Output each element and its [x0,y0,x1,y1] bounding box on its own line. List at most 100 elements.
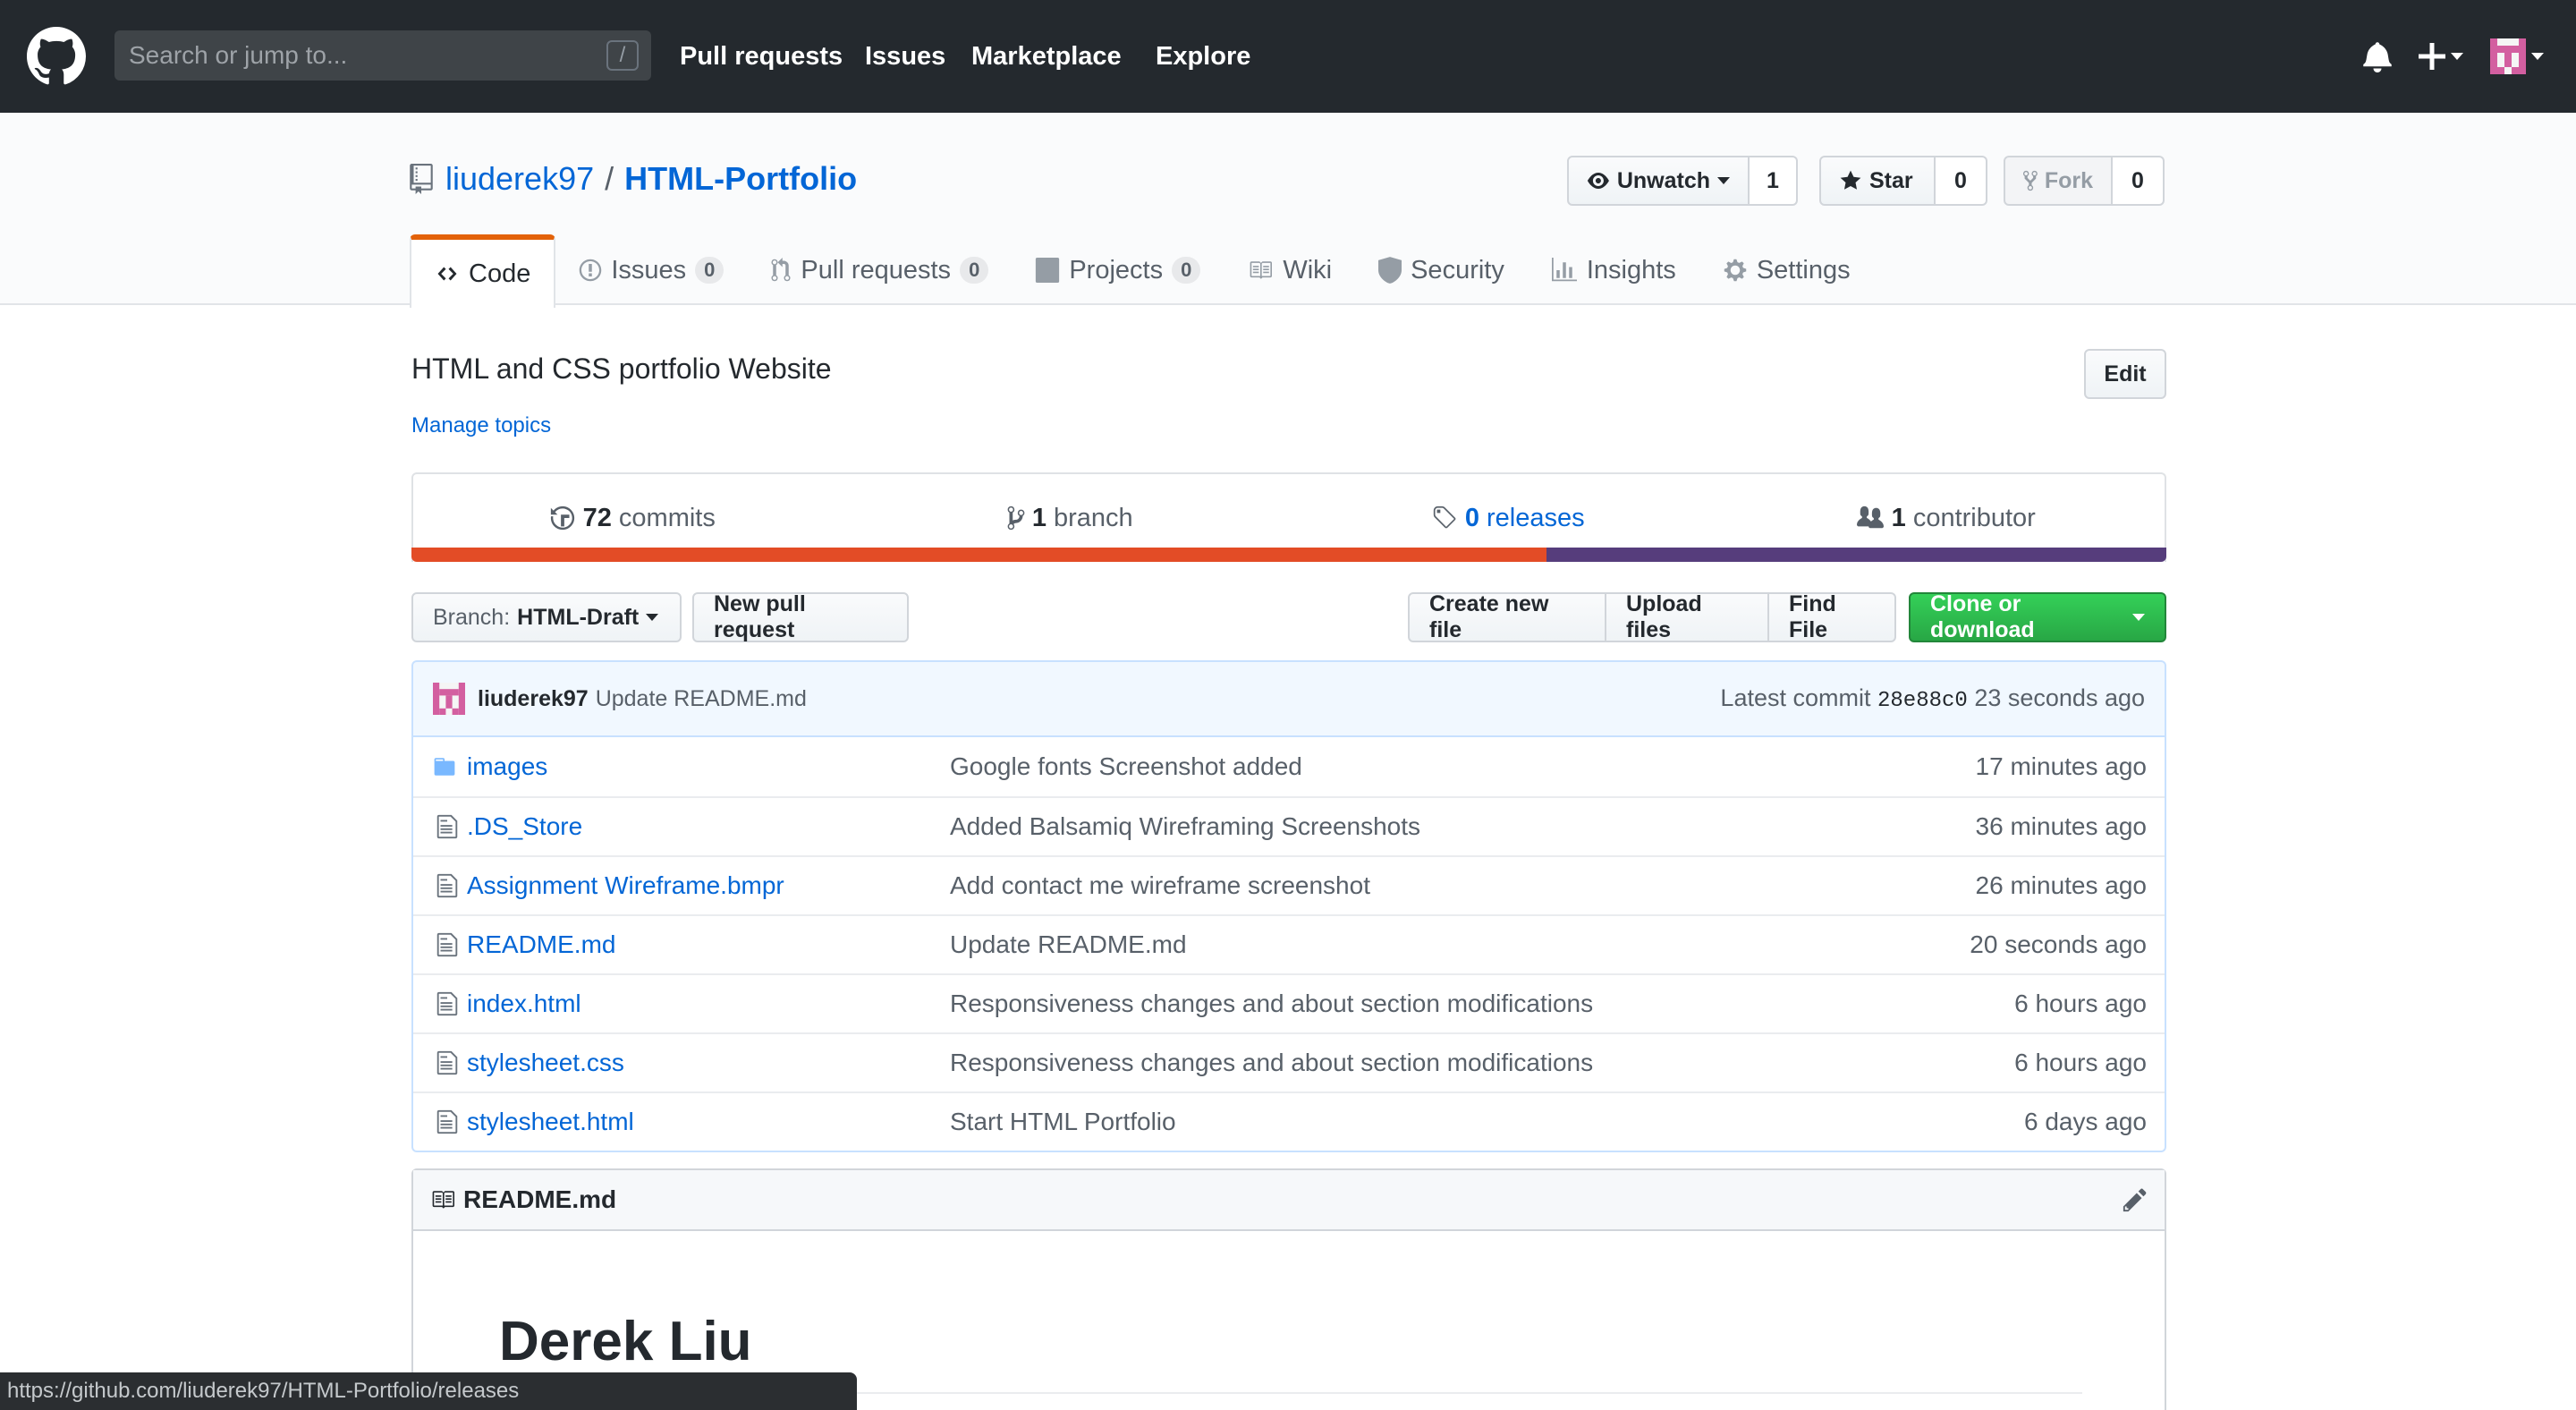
file-icon [413,1108,467,1135]
file-commit-age: 6 days ago [2024,1108,2147,1135]
file-row: index.html Responsiveness changes and abo… [413,973,2165,1032]
watch-count[interactable]: 1 [1750,156,1798,206]
tab-insights-label: Insights [1586,255,1676,285]
star-label: Star [1869,167,1913,193]
file-name-link[interactable]: Assignment Wireframe.bmpr [467,871,950,900]
branch-select-menu[interactable]: Branch: HTML-Draft [411,592,682,642]
chevron-down-icon [2132,614,2145,621]
book-icon [432,1191,454,1209]
unwatch-button[interactable]: Unwatch [1567,156,1750,206]
commit-sha-link[interactable]: 28e88c0 [1877,689,1968,713]
repo-owner-link[interactable]: liuderek97 [445,160,594,198]
repo-name-link[interactable]: HTML-Portfolio [624,160,857,198]
tab-security[interactable]: Security [1355,234,1528,306]
edit-description-button[interactable]: Edit [2084,349,2166,399]
star-group: Star 0 [1819,156,1987,206]
fork-group: Fork 0 [2004,156,2165,206]
tab-insights[interactable]: Insights [1528,234,1699,306]
language-segment-html[interactable] [411,548,1547,562]
latest-commit-info: Latest commit 28e88c0 23 seconds ago [1720,684,2145,713]
file-name-link[interactable]: stylesheet.css [467,1049,950,1077]
file-row: stylesheet.html Start HTML Portfolio 6 day… [413,1091,2165,1151]
fork-label: Fork [2044,167,2093,193]
file-name-link[interactable]: stylesheet.html [467,1108,950,1136]
commit-author-link[interactable]: liuderek97 [478,686,589,712]
file-commit-age: 20 seconds ago [1970,930,2147,958]
file-commit-message-link[interactable]: Update README.md [950,930,1896,959]
history-icon [550,505,574,531]
tab-code[interactable]: Code [410,234,556,308]
avatar[interactable] [433,683,465,715]
contributor-count: 1 [1891,503,1906,532]
contributor-label: contributor [1912,503,2036,532]
releases-label: releases [1487,503,1585,532]
tag-icon [1433,505,1456,529]
tab-settings[interactable]: Settings [1699,234,1874,306]
avatar [2490,38,2526,74]
search-box[interactable]: / [114,30,651,81]
file-commit-message-link[interactable]: Added Balsamiq Wireframing Screenshots [950,812,1896,841]
nav-explore[interactable]: Explore [1156,0,1250,113]
watch-group: Unwatch 1 [1567,156,1798,206]
tab-issues[interactable]: Issues 0 [555,234,747,306]
file-row: .DS_Store Added Balsamiq Wireframing Scre… [413,796,2165,855]
nav-marketplace[interactable]: Marketplace [971,0,1122,113]
tab-security-label: Security [1411,255,1504,285]
nav-pull-requests[interactable]: Pull requests [680,0,843,113]
repo-title-separator: / [605,160,614,197]
issues-counter: 0 [695,257,724,284]
tab-issues-label: Issues [611,255,687,285]
git-pull-request-icon [770,258,792,283]
star-button[interactable]: Star [1819,156,1936,206]
file-commit-age: 26 minutes ago [1975,871,2147,899]
language-bar[interactable] [411,548,2166,562]
github-logo-icon[interactable] [27,27,86,86]
repo-description: HTML and CSS portfolio Website [411,352,832,385]
upload-files-button[interactable]: Upload files [1605,591,1769,642]
tab-projects-label: Projects [1069,255,1164,285]
new-pull-request-button[interactable]: New pull request [692,591,909,642]
latest-commit-prefix: Latest commit [1720,684,1871,711]
gear-icon [1723,258,1748,283]
manage-topics-link[interactable]: Manage topics [411,413,551,438]
chevron-down-icon [2451,53,2463,60]
tab-pull-requests[interactable]: Pull requests 0 [747,234,1012,306]
tab-pull-requests-label: Pull requests [801,255,952,285]
create-new-file-button[interactable]: Create new file [1408,591,1606,642]
file-name-link[interactable]: index.html [467,990,950,1018]
nav-issues[interactable]: Issues [865,0,945,113]
file-name-link[interactable]: images [467,752,950,781]
eye-icon [1587,173,1609,189]
pencil-icon[interactable] [2122,1186,2148,1213]
file-commit-age: 36 minutes ago [1975,812,2147,840]
file-row: images Google fonts Screenshot added 17 mi… [413,737,2165,796]
clone-or-download-button[interactable]: Clone or download [1909,591,2166,642]
file-name-link[interactable]: README.md [467,930,950,959]
file-commit-message-link[interactable]: Responsiveness changes and about section… [950,1049,1896,1077]
fork-count[interactable]: 0 [2113,156,2165,206]
file-commit-message-link[interactable]: Google fonts Screenshot added [950,752,1896,781]
repo-icon [410,164,433,194]
create-new-menu[interactable] [2419,39,2463,73]
releases-count: 0 [1464,503,1479,532]
file-commit-message-link[interactable]: Add contact me wireframe screenshot [950,871,1896,900]
star-count[interactable]: 0 [1936,156,1987,206]
branch-label: branch [1053,503,1133,532]
file-commit-message-link[interactable]: Start HTML Portfolio [950,1108,1896,1136]
readme-header: README.md [413,1170,2165,1231]
language-segment-css[interactable] [1546,548,2166,562]
find-file-button[interactable]: Find File [1767,591,1896,642]
fork-button[interactable]: Fork [2004,156,2113,206]
project-icon [1035,258,1060,283]
tab-projects[interactable]: Projects 0 [1012,234,1224,306]
search-input[interactable] [114,30,651,81]
chevron-down-icon [2531,53,2544,60]
file-name-link[interactable]: .DS_Store [467,812,950,841]
file-commit-message-link[interactable]: Responsiveness changes and about section… [950,990,1896,1018]
commit-message-link[interactable]: Update README.md [596,686,807,712]
shield-icon [1378,257,1402,284]
tab-wiki[interactable]: Wiki [1224,234,1355,306]
user-menu[interactable] [2490,38,2544,74]
notifications-bell-icon[interactable] [2363,39,2392,73]
commits-count: 72 [582,503,612,532]
